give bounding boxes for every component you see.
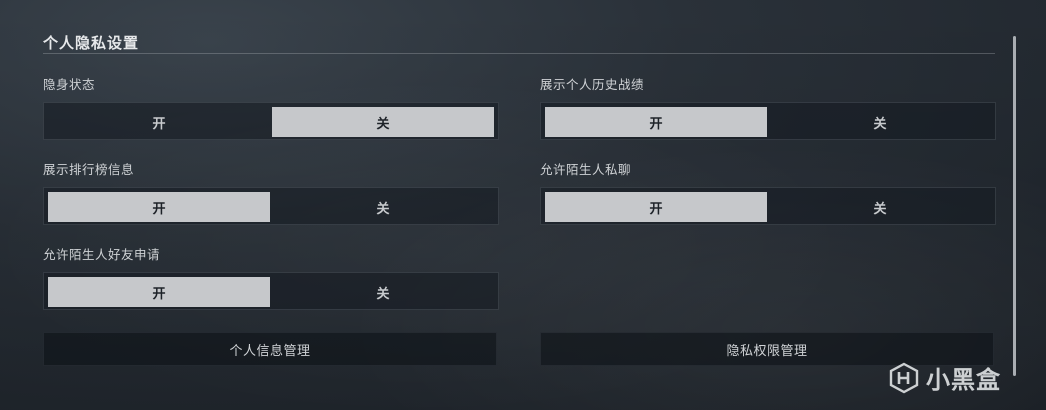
allow-stranger-chat-on-option[interactable]: 开 bbox=[545, 192, 767, 222]
show-leaderboard-off-option[interactable]: 关 bbox=[272, 192, 494, 222]
show-match-history-off-option[interactable]: 关 bbox=[769, 107, 991, 137]
show-match-history-label: 展示个人历史战绩 bbox=[540, 77, 645, 92]
stealth-status-on-option[interactable]: 开 bbox=[48, 107, 270, 137]
show-match-history-toggle: 开 关 bbox=[540, 102, 996, 140]
watermark-text: 小黑盒 bbox=[926, 366, 1001, 394]
allow-stranger-friend-request-label: 允许陌生人好友申请 bbox=[43, 247, 161, 262]
allow-stranger-friend-request-on-option[interactable]: 开 bbox=[48, 277, 270, 307]
stealth-status-off-option[interactable]: 关 bbox=[272, 107, 494, 137]
show-match-history-on-option[interactable]: 开 bbox=[545, 107, 767, 137]
show-leaderboard-label: 展示排行榜信息 bbox=[43, 162, 135, 177]
allow-stranger-friend-request-off-option[interactable]: 关 bbox=[272, 277, 494, 307]
allow-stranger-chat-off-option[interactable]: 关 bbox=[769, 192, 991, 222]
stealth-status-label: 隐身状态 bbox=[43, 77, 96, 92]
page-title: 个人隐私设置 bbox=[43, 34, 140, 52]
allow-stranger-chat-label: 允许陌生人私聊 bbox=[540, 162, 632, 177]
allow-stranger-chat-toggle: 开 关 bbox=[540, 187, 996, 225]
personal-info-management-button[interactable]: 个人信息管理 bbox=[43, 332, 497, 366]
watermark: 小黑盒 bbox=[888, 360, 1001, 395]
heybox-logo-icon bbox=[889, 362, 919, 393]
allow-stranger-friend-request-toggle: 开 关 bbox=[43, 272, 499, 310]
title-divider bbox=[43, 53, 995, 54]
show-leaderboard-toggle: 开 关 bbox=[43, 187, 499, 225]
stealth-status-toggle: 开 关 bbox=[43, 102, 499, 140]
show-leaderboard-on-option[interactable]: 开 bbox=[48, 192, 270, 222]
scrollbar[interactable] bbox=[1013, 36, 1016, 376]
